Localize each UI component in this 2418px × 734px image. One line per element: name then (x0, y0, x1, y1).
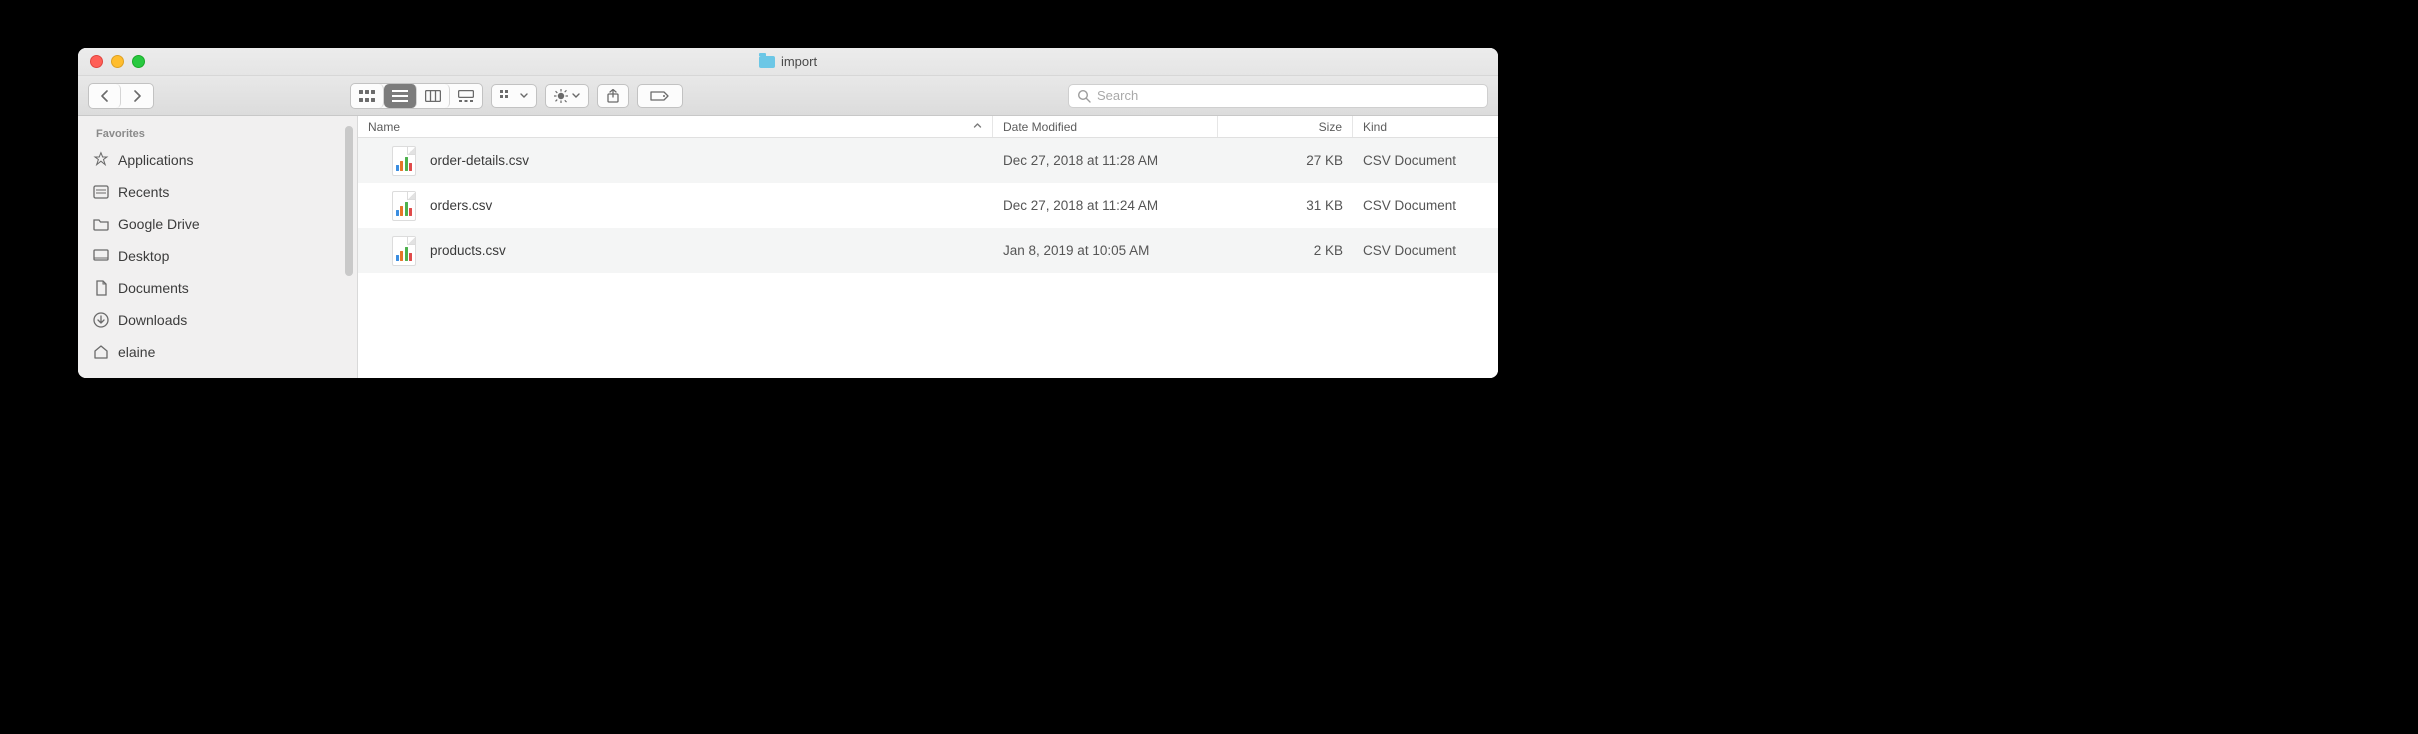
file-date: Dec 27, 2018 at 11:28 AM (993, 153, 1218, 168)
file-size: 27 KB (1218, 153, 1353, 168)
file-date: Jan 8, 2019 at 10:05 AM (993, 243, 1218, 258)
folder-icon (759, 56, 775, 68)
sidebar: Favorites Applications Recents Google Dr… (78, 116, 358, 378)
search-input[interactable] (1097, 88, 1479, 103)
column-header-date[interactable]: Date Modified (993, 116, 1218, 137)
file-name: products.csv (430, 243, 506, 258)
titlebar[interactable]: import (78, 48, 1498, 76)
column-view-button[interactable] (417, 84, 450, 108)
toolbar (78, 76, 1498, 116)
file-kind: CSV Document (1353, 243, 1498, 258)
file-date: Dec 27, 2018 at 11:24 AM (993, 198, 1218, 213)
file-size: 31 KB (1218, 198, 1353, 213)
titlebar-title: import (78, 54, 1498, 69)
recents-icon (92, 183, 110, 201)
window-title-text: import (781, 54, 817, 69)
sidebar-scrollbar[interactable] (345, 126, 353, 276)
group-by-button[interactable] (491, 84, 537, 108)
sidebar-item-desktop[interactable]: Desktop (78, 240, 357, 272)
gallery-view-button[interactable] (450, 84, 482, 108)
folder-icon (92, 215, 110, 233)
tags-button[interactable] (637, 84, 683, 108)
columns-header: Name Date Modified Size Kind (358, 116, 1498, 138)
column-header-date-label: Date Modified (1003, 120, 1077, 134)
documents-icon (92, 279, 110, 297)
traffic-lights (90, 55, 145, 68)
column-header-kind[interactable]: Kind (1353, 116, 1498, 137)
column-header-name-label: Name (368, 120, 400, 134)
sidebar-item-label: Recents (118, 184, 169, 200)
column-header-kind-label: Kind (1363, 120, 1387, 134)
sidebar-item-documents[interactable]: Documents (78, 272, 357, 304)
applications-icon (92, 151, 110, 169)
column-header-size-label: Size (1319, 120, 1342, 134)
zoom-button[interactable] (132, 55, 145, 68)
column-header-name[interactable]: Name (358, 116, 993, 137)
file-name: order-details.csv (430, 153, 529, 168)
sidebar-item-applications[interactable]: Applications (78, 144, 357, 176)
sidebar-item-label: Desktop (118, 248, 169, 264)
sidebar-heading-favorites: Favorites (78, 124, 357, 144)
nav-button-group (88, 83, 154, 109)
list-view-button[interactable] (384, 84, 417, 108)
file-kind: CSV Document (1353, 198, 1498, 213)
sidebar-item-google-drive[interactable]: Google Drive (78, 208, 357, 240)
sidebar-item-label: Applications (118, 152, 194, 168)
forward-button[interactable] (121, 84, 153, 108)
search-icon (1077, 89, 1091, 103)
sort-ascending-icon (973, 121, 982, 133)
column-header-size[interactable]: Size (1218, 116, 1353, 137)
search-field[interactable] (1068, 84, 1488, 108)
downloads-icon (92, 311, 110, 329)
file-row[interactable]: orders.csv Dec 27, 2018 at 11:24 AM 31 K… (358, 183, 1498, 228)
csv-file-icon (392, 191, 416, 221)
file-row[interactable]: order-details.csv Dec 27, 2018 at 11:28 … (358, 138, 1498, 183)
csv-file-icon (392, 146, 416, 176)
action-menu-button[interactable] (545, 84, 589, 108)
icon-view-button[interactable] (351, 84, 384, 108)
view-mode-group (350, 83, 483, 109)
home-icon (92, 343, 110, 361)
minimize-button[interactable] (111, 55, 124, 68)
sidebar-item-label: Documents (118, 280, 189, 296)
sidebar-item-downloads[interactable]: Downloads (78, 304, 357, 336)
body-split: Favorites Applications Recents Google Dr… (78, 116, 1498, 378)
desktop-icon (92, 247, 110, 265)
sidebar-item-recents[interactable]: Recents (78, 176, 357, 208)
sidebar-item-home[interactable]: elaine (78, 336, 357, 368)
share-button[interactable] (597, 84, 629, 108)
csv-file-icon (392, 236, 416, 266)
sidebar-item-label: Google Drive (118, 216, 200, 232)
back-button[interactable] (89, 84, 121, 108)
file-size: 2 KB (1218, 243, 1353, 258)
file-list[interactable]: order-details.csv Dec 27, 2018 at 11:28 … (358, 138, 1498, 378)
sidebar-item-label: elaine (118, 344, 155, 360)
file-row[interactable]: products.csv Jan 8, 2019 at 10:05 AM 2 K… (358, 228, 1498, 273)
finder-window: import (78, 48, 1498, 378)
sidebar-item-label: Downloads (118, 312, 187, 328)
file-name: orders.csv (430, 198, 492, 213)
close-button[interactable] (90, 55, 103, 68)
main-pane: Name Date Modified Size Kind (358, 116, 1498, 378)
file-kind: CSV Document (1353, 153, 1498, 168)
